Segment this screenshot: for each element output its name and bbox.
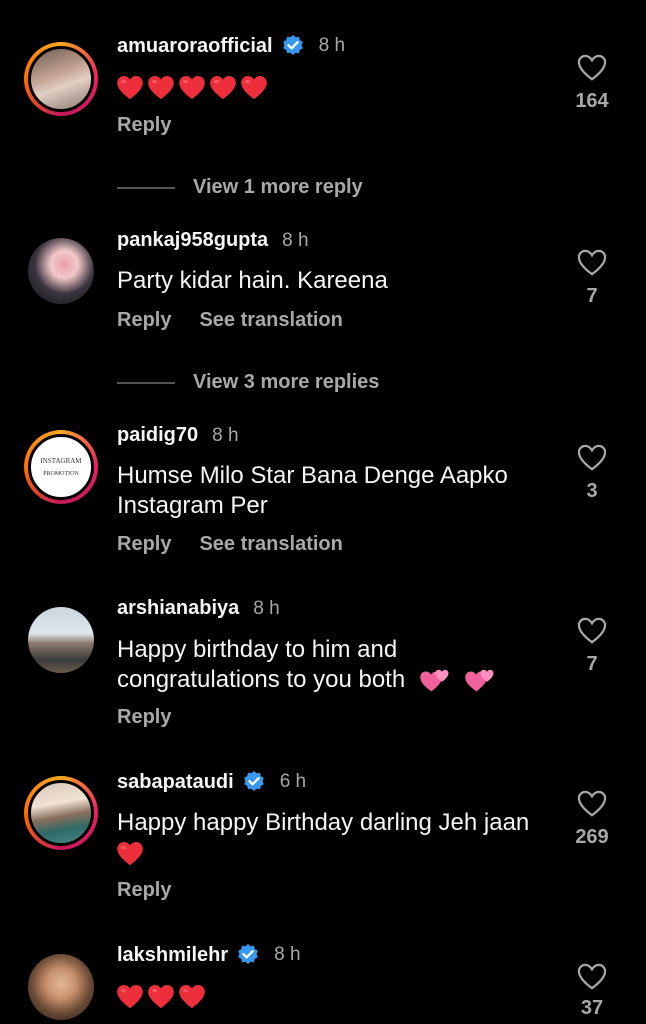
see-translation-button[interactable]: See translation bbox=[199, 533, 342, 556]
avatar[interactable] bbox=[28, 238, 94, 304]
red-heart-icon bbox=[148, 985, 174, 1009]
comment-text bbox=[117, 981, 557, 1011]
avatar[interactable] bbox=[24, 42, 98, 116]
avatar[interactable] bbox=[28, 954, 94, 1020]
username[interactable]: lakshmilehr bbox=[117, 944, 228, 967]
like-heart-icon[interactable] bbox=[577, 444, 607, 472]
comment-text: Humse Milo Star Bana Denge Aapko Instagr… bbox=[117, 462, 508, 519]
username[interactable]: sabapataudi bbox=[117, 771, 234, 794]
like-heart-icon[interactable] bbox=[577, 249, 607, 277]
timestamp: 8 h bbox=[253, 597, 280, 619]
reply-button[interactable]: Reply bbox=[117, 879, 171, 902]
like-count: 37 bbox=[580, 997, 604, 1019]
like-heart-icon[interactable] bbox=[577, 617, 607, 645]
red-heart-icon bbox=[117, 76, 143, 100]
red-heart-icon bbox=[117, 842, 143, 866]
reply-button[interactable]: Reply bbox=[117, 533, 171, 556]
red-heart-icon bbox=[148, 76, 174, 100]
comment-text: Party kidar hain. Kareena bbox=[117, 267, 388, 294]
avatar[interactable] bbox=[28, 607, 94, 673]
reply-button[interactable]: Reply bbox=[117, 114, 171, 137]
timestamp: 8 h bbox=[212, 424, 239, 446]
divider bbox=[117, 381, 175, 384]
username[interactable]: paidig70 bbox=[117, 424, 198, 447]
verified-badge-icon bbox=[236, 943, 260, 967]
like-heart-icon[interactable] bbox=[577, 790, 607, 818]
avatar[interactable] bbox=[24, 776, 98, 850]
view-more-replies-label[interactable]: View 3 more replies bbox=[193, 371, 379, 394]
verified-badge-icon bbox=[281, 34, 305, 58]
like-heart-icon[interactable] bbox=[577, 963, 607, 991]
two-hearts-icon bbox=[420, 668, 450, 694]
comment-text bbox=[117, 72, 557, 102]
comment-text-content: Happy happy Birthday darling Jeh jaan bbox=[117, 809, 530, 836]
reply-button[interactable]: Reply bbox=[117, 309, 171, 332]
avatar-text: INSTAGRAM bbox=[40, 457, 82, 465]
red-heart-icon bbox=[117, 985, 143, 1009]
avatar-text: PROMOTION bbox=[43, 471, 79, 477]
timestamp: 8 h bbox=[318, 35, 346, 56]
username[interactable]: amuaroraofficial bbox=[117, 35, 273, 58]
like-count: 269 bbox=[575, 826, 609, 848]
like-count: 7 bbox=[586, 285, 598, 307]
red-heart-icon bbox=[179, 76, 205, 100]
like-count: 7 bbox=[586, 653, 598, 675]
username[interactable]: pankaj958gupta bbox=[117, 229, 268, 252]
comment-text: Happy happy Birthday darling Jeh jaan bbox=[117, 808, 557, 868]
view-more-replies-button[interactable]: View 1 more reply bbox=[117, 176, 363, 199]
red-heart-icon bbox=[179, 985, 205, 1009]
comment-text: Happy birthday to him and congratulation… bbox=[117, 635, 557, 695]
comment-text-content: Happy birthday to him and congratulation… bbox=[117, 636, 406, 693]
like-heart-icon[interactable] bbox=[577, 54, 607, 82]
red-heart-icon bbox=[210, 76, 236, 100]
verified-badge-icon bbox=[242, 770, 266, 794]
avatar[interactable]: INSTAGRAM PROMOTION bbox=[24, 430, 98, 504]
timestamp: 8 h bbox=[274, 944, 301, 965]
reply-button[interactable]: Reply bbox=[117, 706, 171, 729]
two-hearts-icon bbox=[465, 668, 495, 694]
divider bbox=[117, 186, 175, 189]
view-more-replies-button[interactable]: View 3 more replies bbox=[117, 371, 379, 394]
red-heart-icon bbox=[241, 76, 267, 100]
timestamp: 8 h bbox=[282, 229, 309, 251]
like-count: 3 bbox=[586, 480, 598, 502]
username[interactable]: arshianabiya bbox=[117, 597, 239, 620]
view-more-replies-label[interactable]: View 1 more reply bbox=[193, 176, 363, 199]
see-translation-button[interactable]: See translation bbox=[199, 309, 342, 332]
like-count: 164 bbox=[575, 90, 609, 112]
timestamp: 6 h bbox=[279, 771, 307, 792]
